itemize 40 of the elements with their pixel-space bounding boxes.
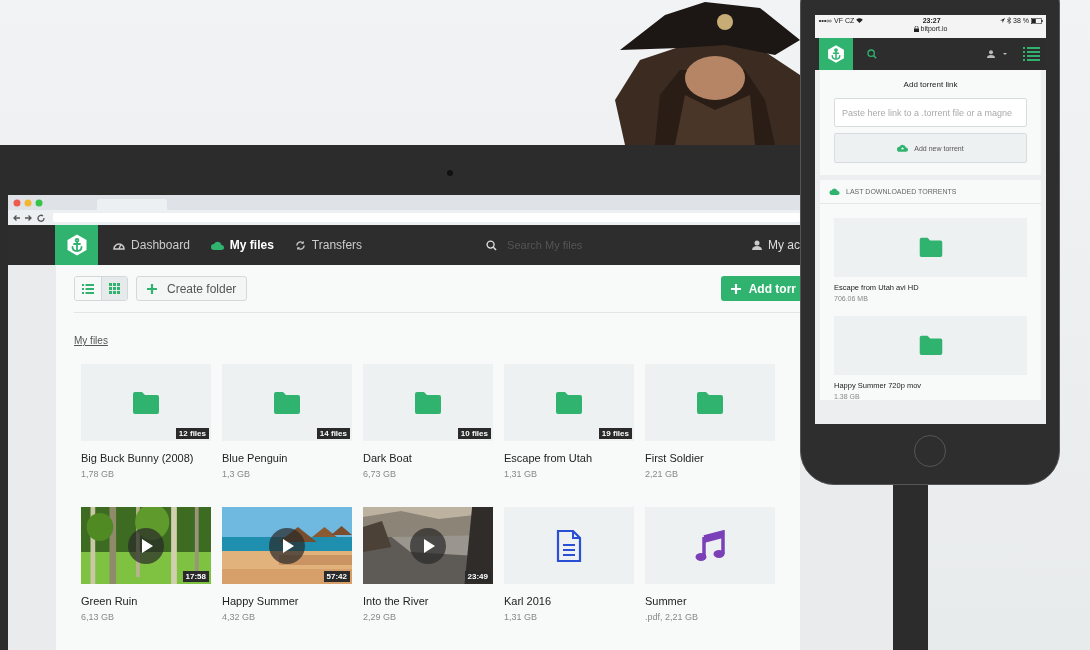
file-count-label: 19 files [598,428,632,439]
file-size: 1,3 GB [222,469,251,479]
file-name[interactable]: Happy Summer [222,595,352,607]
file-name[interactable]: Into the River [363,595,493,607]
torrent-link-field[interactable]: Paste here link to a .torrent file or a magne [834,98,1027,127]
file-name[interactable]: Big Buck Bunny (2008) [81,452,211,464]
file-tile[interactable]: 14 files [222,364,352,441]
duration-label: 23:49 [464,571,491,582]
nav-tab[interactable]: My files [210,238,274,252]
file-size: 1,78 GB [81,469,116,479]
file-name[interactable]: Blue Penguin [222,452,352,464]
file-name[interactable]: First Soldier [645,452,775,464]
file-name[interactable]: Dark Boat [363,452,493,464]
file-size: 1,31 GB [504,469,539,479]
file-name[interactable]: Escape from Utah [504,452,634,464]
file-tile[interactable]: 10 files [363,364,493,441]
file-tile[interactable]: 19 files [504,364,634,441]
file-tile[interactable]: 12 files [81,364,211,441]
nav-tab[interactable]: Dashboard [113,238,190,252]
nav-tab[interactable]: Transfers [294,238,363,252]
file-name[interactable]: Summer [645,595,775,607]
file-count-label: 14 files [316,428,350,439]
file-size: 6,73 GB [363,469,398,479]
video-thumbnail[interactable]: 57:42 [222,507,352,584]
section-title: Add torrent link [902,80,959,89]
file-size: 2,21 GB [645,469,680,479]
account-menu[interactable]: My ac [752,238,800,252]
file-count-label: 12 files [175,428,209,439]
file-size: .pdf, 2,21 GB [645,612,700,622]
create-folder-button[interactable]: Create folder [136,276,248,301]
file-name[interactable]: Karl 2016 [504,595,634,607]
file-count-label: 10 files [457,428,491,439]
duration-label: 17:58 [182,571,209,582]
file-size: 4,32 GB [222,612,257,622]
file-name[interactable]: Green Ruin [81,595,211,607]
file-size: 2,29 GB [363,612,398,622]
duration-label: 57:42 [323,571,350,582]
file-size: 6,13 GB [81,612,116,622]
file-size: 1,31 GB [504,612,539,622]
breadcrumb-link[interactable]: My files [74,335,108,346]
